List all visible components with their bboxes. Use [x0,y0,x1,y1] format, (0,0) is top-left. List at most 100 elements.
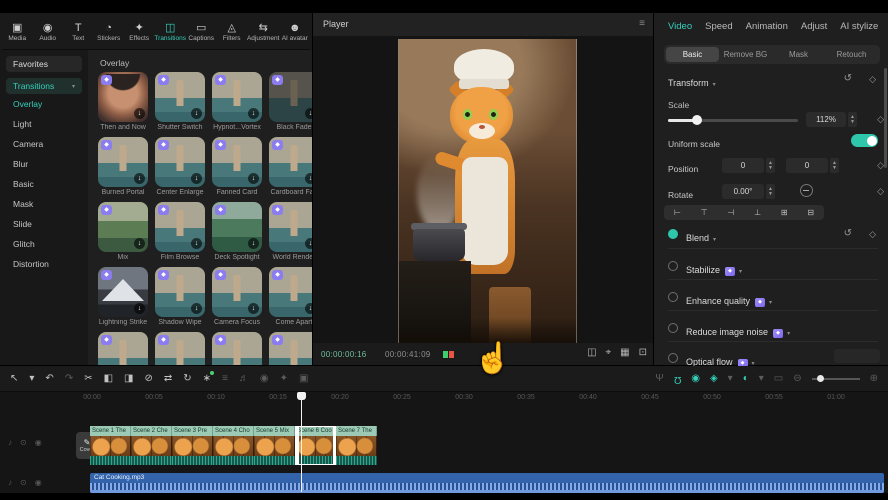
transition-thumbnail[interactable]: ◆↓ [212,72,262,122]
inspector-scrollbar[interactable] [884,68,887,168]
uniform-scale-toggle[interactable] [851,134,878,147]
stabilize-checkbox[interactable] [668,261,678,271]
transition-thumbnail[interactable]: ◆↓ [155,137,205,187]
transition-thumbnail[interactable]: ◆↓ [269,137,312,187]
toolbar-item-transitions[interactable]: ◫Transitions [154,16,186,49]
transition-thumbnail[interactable]: ◆↓ [155,267,205,317]
optical-flow-side-button[interactable] [834,349,880,363]
playhead-handle[interactable] [297,392,306,400]
fullscreen-icon[interactable]: ⊡ [639,347,647,358]
redo-icon[interactable]: ↷ [65,373,73,385]
transition-thumbnail[interactable]: ◆↓ [269,72,312,122]
video-clip[interactable]: Scene 3 Pre [172,426,213,465]
zoom-in-icon[interactable]: ⊕ [870,373,878,385]
audio-mute-icon[interactable]: ♪ [8,478,12,487]
subtab-retouch[interactable]: Retouch [825,47,878,62]
keyframe-toggle-icon-chevron[interactable]: ▾ [728,373,733,385]
align-icon-0[interactable]: ⊢ [674,208,681,217]
avatar-icon[interactable]: ◉ [260,373,269,385]
transition-thumbnail[interactable]: ◆↓ [98,72,148,122]
transition-thumbnail[interactable]: ◆↓ [155,72,205,122]
sidebar-group-transitions[interactable]: Transitions ▾ [6,78,82,94]
frame-icon[interactable]: ▣ [299,373,308,385]
tab-video[interactable]: Video [668,21,692,37]
transition-thumbnail[interactable]: ◆↓ [155,332,205,365]
toolbar-item-audio[interactable]: ◉Audio [32,16,62,49]
video-clip[interactable]: Scene 1 The [90,426,131,465]
split-icon[interactable]: ✂ [84,373,92,385]
video-lock-icon[interactable]: ⊙ [20,438,27,447]
ratio-icon[interactable]: ◫ [587,347,596,358]
preview-axis-icon[interactable]: ▭ [774,373,783,385]
position-y-field[interactable]: 0 [786,158,828,173]
timeline-ruler[interactable]: 00:0000:0500:1000:1500:2000:2500:3000:35… [0,392,888,405]
toolbar-item-effects[interactable]: ✦Effects [124,16,154,49]
video-hide-icon[interactable]: ◉ [35,438,42,447]
section-collapse-icon[interactable]: ▾ [769,300,772,306]
transition-thumbnail[interactable]: ◆↓ [98,137,148,187]
section-enhance-quality[interactable]: Enhance quality◆▾ [668,291,880,307]
toolbar-item-filters[interactable]: ◬Filters [216,16,246,49]
section-blend[interactable]: Blend▾↺◇ [668,228,880,244]
subtab-remove-bg[interactable]: Remove BG [719,47,772,62]
align-icon-2[interactable]: ⊣ [727,208,734,217]
sidebar-item-glitch[interactable]: Glitch [0,234,88,254]
transform-reset-icon[interactable]: ↺ [844,73,852,84]
toolbar-item-captions[interactable]: ▭Captions [186,16,216,49]
transition-thumbnail[interactable]: ◆↓ [98,202,148,252]
sidebar-item-slide[interactable]: Slide [0,214,88,234]
section-collapse-icon[interactable]: ▾ [787,331,790,337]
zoom-slider-handle[interactable] [817,375,824,382]
align-icon-3[interactable]: ⊥ [754,208,761,217]
magnet-snap-icon[interactable]: Ω [674,373,681,385]
magic-icon[interactable]: ✦ [280,373,288,385]
section-collapse-icon[interactable]: ▾ [739,269,742,275]
sidebar-item-basic[interactable]: Basic [0,174,88,194]
subtab-mask[interactable]: Mask [772,47,825,62]
timeline-zoom-slider[interactable] [812,375,860,383]
sound-icon[interactable]: ♬ [239,373,249,385]
scale-slider[interactable] [668,115,798,125]
transition-thumbnail[interactable]: ◆↓ [269,202,312,252]
toolbar-item-media[interactable]: ▣Media [2,16,32,49]
scale-stepper[interactable]: ▲▼ [848,112,857,127]
select-tool-icon[interactable]: ↖ [10,373,18,385]
position-x-field[interactable]: 0 [722,158,764,173]
sidebar-item-favorites[interactable]: Favorites [6,56,82,72]
tab-adjust[interactable]: Adjust [801,21,827,37]
transition-thumbnail[interactable]: ◆↓ [212,202,262,252]
video-clip[interactable]: Scene 2 Che [131,426,172,465]
align-icon-5[interactable]: ⊟ [807,208,814,217]
sidebar-item-light[interactable]: Light [0,114,88,134]
video-preview-canvas[interactable] [398,39,577,346]
transform-keyframe-icon[interactable]: ◇ [869,74,876,85]
position-x-stepper[interactable]: ▲▼ [766,158,775,173]
tab-animation[interactable]: Animation [746,21,788,37]
reduce-image-noise-checkbox[interactable] [668,323,678,333]
mixer-icon[interactable]: ≡ [222,373,228,385]
sidebar-item-camera[interactable]: Camera [0,134,88,154]
enhance-quality-checkbox[interactable] [668,292,678,302]
blend-keyframe-icon[interactable]: ◇ [869,229,876,240]
snapshot-icon[interactable]: ⌖ [606,347,612,358]
link-clips-icon[interactable]: ◉ [691,373,700,385]
rotate-value-field[interactable]: 0.00° [722,184,764,199]
video-clip[interactable]: Scene 7 The [336,426,377,465]
rotate-dial[interactable] [800,184,813,197]
transition-thumbnail[interactable]: ◆↓ [98,267,148,317]
rotate-keyframe-icon[interactable]: ◇ [877,186,884,197]
transition-thumbnail[interactable]: ◆↓ [212,332,262,365]
subtab-basic[interactable]: Basic [666,47,719,62]
transition-thumbnail[interactable]: ◆↓ [98,332,148,365]
video-clip[interactable]: Scene 5 Mix [254,426,295,465]
sidebar-item-blur[interactable]: Blur [0,154,88,174]
section-reduce-image-noise[interactable]: Reduce image noise◆▾ [668,322,880,338]
resolution-icon[interactable]: ▦ [620,347,629,358]
toolbar-item-text[interactable]: TText [63,16,93,49]
scale-slider-handle[interactable] [692,115,702,125]
trim-right-icon[interactable]: ◨ [124,373,133,385]
video-mute-icon[interactable]: ♪ [8,438,12,447]
transform-collapse-icon[interactable]: ▾ [713,82,716,88]
transition-thumbnail[interactable]: ◆↓ [212,267,262,317]
auto-track-icon-chevron[interactable]: ▾ [759,373,764,385]
